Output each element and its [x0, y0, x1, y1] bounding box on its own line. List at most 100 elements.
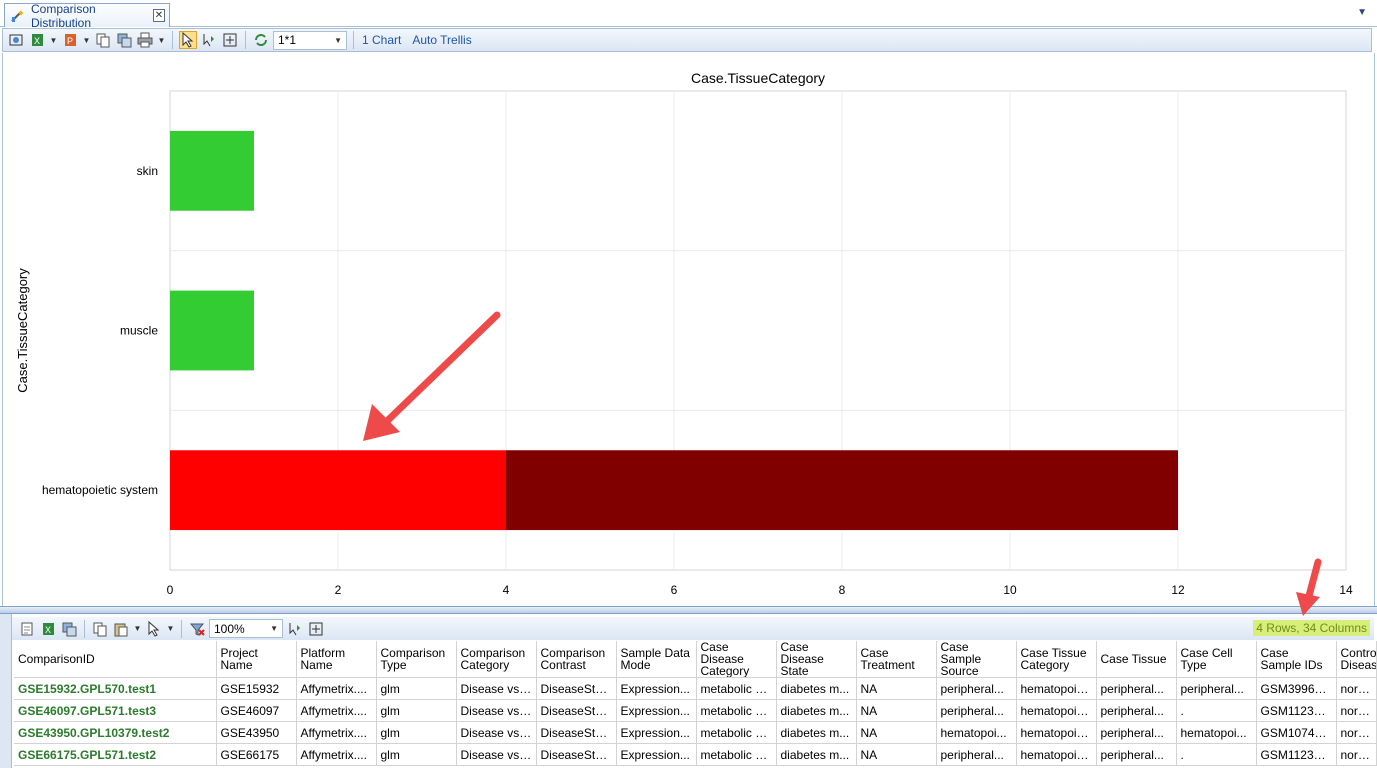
select-pointer-icon[interactable]: [179, 31, 197, 49]
table-row[interactable]: GSE43950.GPL10379.test2 GSE43950 Affymetri…: [14, 721, 1377, 744]
tab-comparison-distribution[interactable]: Comparison Distribution ✕: [4, 2, 170, 30]
refresh-icon[interactable]: [252, 31, 270, 49]
column-header[interactable]: Comparison Type: [376, 641, 457, 678]
fit-to-window-icon[interactable]: [221, 31, 239, 49]
copy-icon[interactable]: [94, 31, 112, 49]
bar-segment[interactable]: [506, 450, 1178, 531]
table-cell[interactable]: Expression...: [616, 721, 697, 744]
chart-properties-icon[interactable]: [7, 31, 25, 49]
table-cell[interactable]: hematopoieti...: [1016, 699, 1097, 722]
print-icon[interactable]: [136, 31, 154, 49]
table-cell[interactable]: Affymetrix....: [296, 699, 377, 722]
table-cell[interactable]: Disease vs....: [456, 721, 537, 744]
table-cell[interactable]: Affymetrix....: [296, 743, 377, 766]
comparison-id-cell[interactable]: GSE46097.GPL571.test3: [14, 699, 217, 722]
paste-icon[interactable]: [112, 620, 130, 638]
table-cell[interactable]: .: [1176, 699, 1257, 722]
excel-export-icon[interactable]: X: [39, 620, 57, 638]
column-header[interactable]: Case Treatment: [856, 641, 937, 678]
tab-list-dropdown-icon[interactable]: ▼: [1357, 7, 1367, 18]
table-cell[interactable]: DiseaseStat...: [536, 743, 617, 766]
table-cell[interactable]: DiseaseStat...: [536, 699, 617, 722]
powerpoint-export-dropdown-icon[interactable]: ▼: [82, 31, 91, 49]
comparison-id-cell[interactable]: GSE43950.GPL10379.test2: [14, 721, 217, 744]
table-cell[interactable]: Expression...: [616, 677, 697, 700]
table-cell[interactable]: GSM107487...: [1256, 721, 1337, 744]
table-cell[interactable]: peripheral...: [1096, 699, 1177, 722]
close-icon[interactable]: ✕: [152, 9, 165, 22]
table-cell[interactable]: NA: [856, 721, 937, 744]
table-cell[interactable]: GSM112326...: [1256, 743, 1337, 766]
table-cell[interactable]: hematopoi...: [936, 721, 1017, 744]
table-cell[interactable]: hematopoieti...: [1016, 743, 1097, 766]
table-cell[interactable]: peripheral...: [936, 699, 1017, 722]
zoom-pointer-icon[interactable]: [200, 31, 218, 49]
table-cell[interactable]: metabolic di...: [696, 677, 777, 700]
comparison-id-cell[interactable]: GSE15932.GPL570.test1: [14, 677, 217, 700]
table-row[interactable]: GSE15932.GPL570.test1 GSE15932 Affymetrix.…: [14, 677, 1377, 700]
table-cell[interactable]: metabolic di...: [696, 699, 777, 722]
table-cell[interactable]: glm: [376, 699, 457, 722]
table-cell[interactable]: Expression...: [616, 743, 697, 766]
bar-chart[interactable]: 0 2 4 6 8 10 12 14 skin muscle hematopoietic syste…: [3, 53, 1374, 606]
excel-export-icon[interactable]: X: [28, 31, 46, 49]
table-cell[interactable]: Expression...: [616, 699, 697, 722]
bar-segment[interactable]: [170, 450, 506, 531]
table-cell[interactable]: peripheral...: [1176, 677, 1257, 700]
chevron-down-icon[interactable]: ▼: [334, 36, 342, 45]
table-cell[interactable]: peripheral...: [936, 743, 1017, 766]
table-cell[interactable]: GSM112326...: [1256, 699, 1337, 722]
table-cell[interactable]: Disease vs....: [456, 699, 537, 722]
table-cell[interactable]: hematopoieti...: [1016, 721, 1097, 744]
column-header[interactable]: Case Cell Type: [1176, 641, 1257, 678]
table-cell[interactable]: normal: [1336, 699, 1377, 722]
table-cell[interactable]: diabetes m...: [776, 721, 857, 744]
table-cell[interactable]: diabetes m...: [776, 743, 857, 766]
table-cell[interactable]: glm: [376, 721, 457, 744]
table-cell[interactable]: peripheral...: [936, 677, 1017, 700]
bar-segment[interactable]: [170, 130, 254, 211]
table-cell[interactable]: DiseaseStat...: [536, 721, 617, 744]
copy-table-icon[interactable]: [60, 620, 78, 638]
table-cell[interactable]: GSE15932: [216, 677, 297, 700]
table-cell[interactable]: normal: [1336, 743, 1377, 766]
select-pointer-icon[interactable]: [145, 620, 163, 638]
table-cell[interactable]: diabetes m...: [776, 677, 857, 700]
chevron-down-icon[interactable]: ▼: [270, 624, 278, 633]
table-row[interactable]: GSE46097.GPL571.test3 GSE46097 Affymetrix.…: [14, 699, 1377, 722]
table-cell[interactable]: hematopoi...: [1176, 721, 1257, 744]
zoom-combo[interactable]: 100% ▼: [209, 619, 283, 638]
one-chart-link[interactable]: 1 Chart: [362, 33, 401, 47]
column-header[interactable]: Case Sample Source: [936, 641, 1017, 678]
column-header[interactable]: Control Diseas: [1336, 641, 1377, 678]
table-cell[interactable]: NA: [856, 743, 937, 766]
table-cell[interactable]: diabetes m...: [776, 699, 857, 722]
table-cell[interactable]: GSE43950: [216, 721, 297, 744]
table-cell[interactable]: GSE46097: [216, 699, 297, 722]
table-cell[interactable]: Affymetrix....: [296, 721, 377, 744]
table-cell[interactable]: glm: [376, 677, 457, 700]
text-export-icon[interactable]: [18, 620, 36, 638]
fit-to-window-icon[interactable]: [307, 620, 325, 638]
column-header[interactable]: Case Tissue Category: [1016, 641, 1097, 678]
auto-trellis-link[interactable]: Auto Trellis: [412, 33, 471, 47]
table-cell[interactable]: NA: [856, 677, 937, 700]
table-cell[interactable]: peripheral...: [1096, 743, 1177, 766]
column-header[interactable]: Comparison Contrast: [536, 641, 617, 678]
table-cell[interactable]: Disease vs....: [456, 677, 537, 700]
table-cell[interactable]: Disease vs....: [456, 743, 537, 766]
excel-export-dropdown-icon[interactable]: ▼: [49, 31, 58, 49]
table-cell[interactable]: GSM399694...: [1256, 677, 1337, 700]
table-cell[interactable]: peripheral...: [1096, 721, 1177, 744]
column-header[interactable]: Project Name: [216, 641, 297, 678]
table-cell[interactable]: peripheral...: [1096, 677, 1177, 700]
panel-splitter[interactable]: [0, 606, 1377, 614]
paste-dropdown-icon[interactable]: ▼: [133, 620, 142, 638]
comparison-id-cell[interactable]: GSE66175.GPL571.test2: [14, 743, 217, 766]
column-header[interactable]: Case Tissue: [1096, 641, 1177, 678]
table-cell[interactable]: Affymetrix....: [296, 677, 377, 700]
column-header[interactable]: Case Disease Category: [696, 641, 777, 678]
table-cell[interactable]: metabolic di...: [696, 721, 777, 744]
copy-icon[interactable]: [91, 620, 109, 638]
column-header[interactable]: Case Disease State: [776, 641, 857, 678]
